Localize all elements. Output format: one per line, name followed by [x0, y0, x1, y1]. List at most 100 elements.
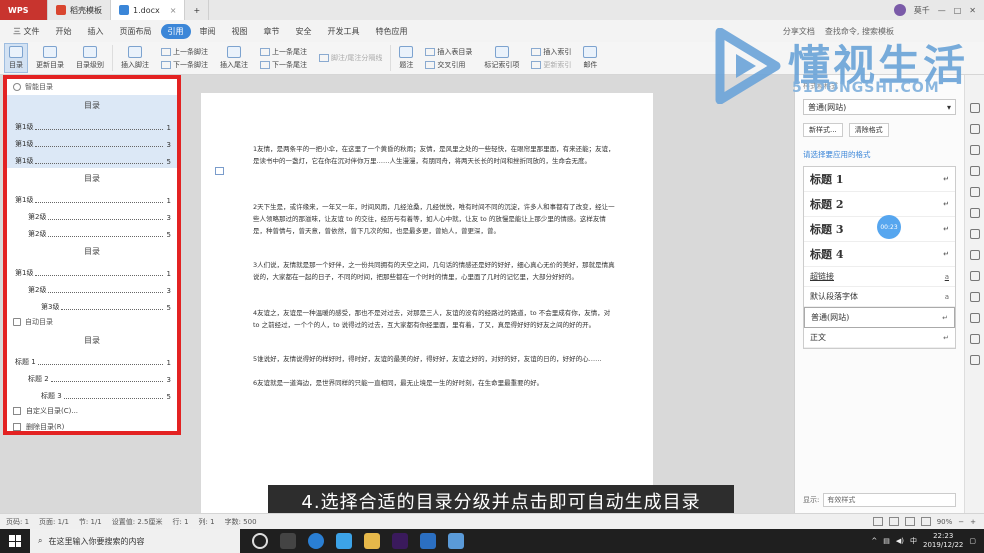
style-list-item[interactable]: 标题 4 ↵ [804, 242, 955, 267]
toc-leader-dots [63, 398, 163, 399]
delete-toc-button[interactable]: 删除目录(R) [7, 419, 177, 431]
style-list-item[interactable]: 标题 2 ↵ [804, 192, 955, 217]
input-method-icon[interactable]: 中 [910, 536, 917, 546]
volume-icon[interactable]: ◀) [896, 537, 904, 545]
insert-footnote-button[interactable]: 插入脚注 [117, 43, 153, 73]
close-window-icon[interactable]: ✕ [969, 6, 976, 15]
document-page[interactable]: 1友情，是两条平的一把小伞，在这里了一个黄昏的秋雨；友情，是风里之处的一些轻快，… [201, 93, 653, 513]
footnote-separator-button[interactable]: 脚注/尾注分隔线 [319, 53, 382, 63]
network-icon[interactable]: ▤ [883, 537, 890, 545]
read-view-icon[interactable] [920, 517, 931, 526]
properties-icon[interactable] [969, 166, 980, 176]
status-words[interactable]: 字数: 500 [225, 517, 257, 527]
avatar[interactable] [893, 4, 906, 16]
cross-reference-button[interactable]: 交叉引用 [425, 60, 472, 70]
next-footnote-button[interactable]: 下一条脚注 [161, 60, 208, 70]
history-icon[interactable] [969, 313, 980, 323]
cortana-icon[interactable] [252, 533, 268, 549]
taskbar-search[interactable]: ⌕ 在这里输入你要搜索的内容 [30, 529, 240, 553]
zoom-in-icon[interactable]: + [970, 518, 976, 526]
shapes-icon[interactable] [969, 145, 980, 155]
toc-style-option[interactable]: 目录 第1级 1 第1级 3 第1级 5 [7, 95, 177, 168]
maximize-icon[interactable]: □ [954, 6, 962, 15]
mail-button[interactable]: 邮件 [579, 43, 601, 73]
toc-style-option[interactable]: 目录 第1级 1 第2级 3 第2级 5 [7, 168, 177, 241]
new-tab-button[interactable]: + [185, 0, 210, 20]
layout-icon[interactable] [969, 271, 980, 281]
help-icon[interactable] [969, 355, 980, 365]
clear-format-button[interactable]: 清除格式 [848, 123, 889, 137]
style-list-item[interactable]: 默认段落字体 a [804, 287, 955, 307]
insert-endnote-button[interactable]: 插入尾注 [216, 43, 252, 73]
page-view-icon[interactable] [872, 517, 883, 526]
custom-toc-button[interactable]: 自定义目录(C)... [7, 403, 177, 419]
watermark-domain: 51DONGSHI.COM [792, 80, 940, 96]
menu-references[interactable]: 引用 [160, 23, 191, 39]
style-list-item[interactable]: 正文 ↵ [804, 328, 955, 348]
new-style-button[interactable]: 新样式... [803, 123, 843, 137]
premiere-icon[interactable] [392, 533, 408, 549]
next-endnote-button[interactable]: 下一条尾注 [260, 60, 307, 70]
paragraph-mark-icon: a [944, 292, 949, 301]
task-view-icon[interactable] [280, 533, 296, 549]
menu-section[interactable]: 章节 [257, 24, 287, 39]
style-list-item[interactable]: 超链接 a [804, 267, 955, 287]
menu-insert[interactable]: 插入 [81, 24, 111, 39]
star-icon[interactable] [969, 208, 980, 218]
footnote-icon [128, 46, 142, 58]
style-list-item[interactable]: 标题 1 ↵ [804, 167, 955, 192]
show-filter-select[interactable]: 有效样式 [823, 493, 956, 507]
wps-doc-icon[interactable] [448, 533, 464, 549]
font-icon[interactable] [969, 250, 980, 260]
insert-table-toc-button[interactable]: 插入表目录 [425, 47, 472, 57]
edge-icon[interactable] [308, 533, 324, 549]
backup-icon[interactable] [969, 334, 980, 344]
paragraph-handle-icon[interactable] [215, 167, 224, 175]
menu-home[interactable]: 开始 [49, 24, 79, 39]
zoom-level[interactable]: 90% [937, 518, 953, 526]
zoom-out-icon[interactable]: − [958, 518, 964, 526]
notification-icon[interactable]: ▢ [969, 537, 976, 545]
user-name[interactable]: 莫千 [914, 5, 930, 16]
select-icon[interactable] [969, 124, 980, 134]
share-icon[interactable] [969, 229, 980, 239]
prev-footnote-button[interactable]: 上一条脚注 [161, 47, 208, 57]
menu-review[interactable]: 审阅 [193, 24, 223, 39]
watermark-logo: 懂视生活 51DONGSHI.COM [712, 28, 978, 108]
menu-security[interactable]: 安全 [289, 24, 319, 39]
style-list-item[interactable]: 普通(网站) ↵ [804, 307, 955, 328]
file-explorer-icon[interactable] [364, 533, 380, 549]
start-button[interactable] [0, 535, 30, 547]
outline-view-icon[interactable] [888, 517, 899, 526]
taskbar-clock[interactable]: 22:23 2019/12/22 [923, 532, 963, 550]
image-icon[interactable] [969, 292, 980, 302]
document-area[interactable]: 1友情，是两条平的一把小伞，在这里了一个黄昏的秋雨；友情，是风里之处的一些轻快，… [181, 75, 793, 513]
toc-style-option[interactable]: 目录 标题 1 1 标题 2 3 标题 3 5 [7, 330, 177, 403]
update-toc-button[interactable]: 更新目录 [32, 43, 68, 73]
web-view-icon[interactable] [904, 517, 915, 526]
tab-template[interactable]: 稻壳模板 [48, 0, 111, 20]
menu-file[interactable]: 三 文件 [6, 24, 47, 39]
wps-writer-icon[interactable] [420, 533, 436, 549]
menu-layout[interactable]: 页面布局 [113, 24, 159, 39]
menu-features[interactable]: 特色应用 [369, 24, 415, 39]
insert-index-button[interactable]: 插入索引 [531, 47, 571, 57]
style-name: 超链接 [810, 272, 834, 281]
copy-icon[interactable] [969, 187, 980, 197]
toc-style-option[interactable]: 目录 第1级 1 第2级 3 第3级 5 [7, 241, 177, 314]
cloud-icon[interactable] [336, 533, 352, 549]
caption-button[interactable]: 题注 [395, 43, 417, 73]
close-tab-icon[interactable]: × [170, 6, 177, 15]
minimize-icon[interactable]: — [938, 6, 946, 15]
toc-level-button[interactable]: 目录级别 [72, 43, 108, 73]
wps-app-tab[interactable]: WPS [0, 0, 48, 20]
prev-endnote-button[interactable]: 上一条尾注 [260, 47, 307, 57]
tray-up-icon[interactable]: ^ [871, 537, 877, 545]
paragraph-mark-icon: ↵ [943, 250, 949, 258]
menu-view[interactable]: 视图 [225, 24, 255, 39]
tab-document[interactable]: 1.docx × [111, 0, 186, 20]
mark-index-button[interactable]: 标记索引项 [480, 43, 523, 73]
toc-button[interactable]: 目录 [4, 43, 28, 73]
menu-developer[interactable]: 开发工具 [321, 24, 367, 39]
update-index-button[interactable]: 更新索引 [531, 60, 571, 70]
